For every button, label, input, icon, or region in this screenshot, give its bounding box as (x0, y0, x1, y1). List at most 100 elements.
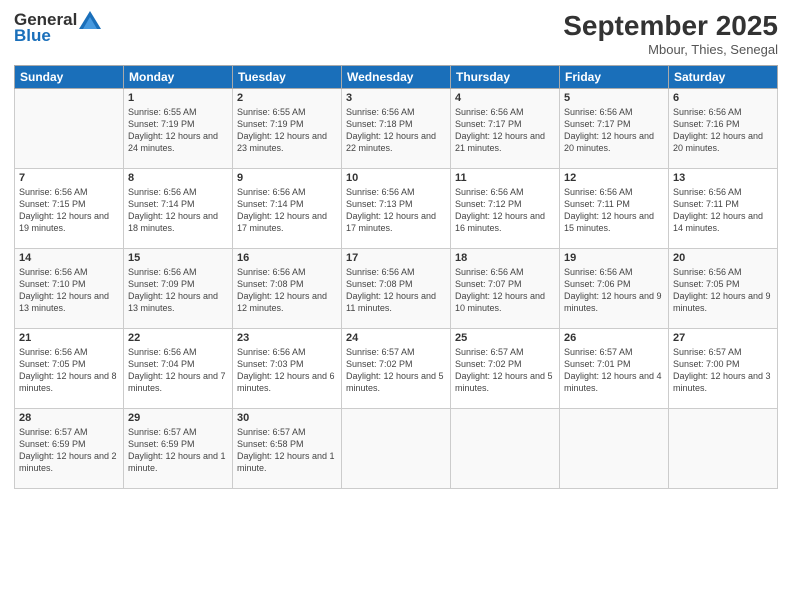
cell-info: Sunrise: 6:56 AMSunset: 7:16 PMDaylight:… (673, 106, 773, 155)
day-number: 7 (19, 172, 119, 184)
day-number: 14 (19, 252, 119, 264)
col-monday: Monday (124, 66, 233, 89)
cell-w3-d3: 17 Sunrise: 6:56 AMSunset: 7:08 PMDaylig… (342, 249, 451, 329)
day-number: 6 (673, 92, 773, 104)
col-friday: Friday (560, 66, 669, 89)
cell-info: Sunrise: 6:56 AMSunset: 7:05 PMDaylight:… (673, 266, 773, 315)
day-number: 11 (455, 172, 555, 184)
cell-info: Sunrise: 6:57 AMSunset: 7:01 PMDaylight:… (564, 346, 664, 395)
cell-w5-d0: 28 Sunrise: 6:57 AMSunset: 6:59 PMDaylig… (15, 409, 124, 489)
day-number: 16 (237, 252, 337, 264)
cell-info: Sunrise: 6:56 AMSunset: 7:13 PMDaylight:… (346, 186, 446, 235)
title-block: September 2025 Mbour, Thies, Senegal (563, 10, 778, 57)
day-number: 19 (564, 252, 664, 264)
week-row-1: 1 Sunrise: 6:55 AMSunset: 7:19 PMDayligh… (15, 89, 778, 169)
cell-w5-d2: 30 Sunrise: 6:57 AMSunset: 6:58 PMDaylig… (233, 409, 342, 489)
cell-info: Sunrise: 6:57 AMSunset: 6:59 PMDaylight:… (19, 426, 119, 475)
col-saturday: Saturday (669, 66, 778, 89)
cell-info: Sunrise: 6:55 AMSunset: 7:19 PMDaylight:… (128, 106, 228, 155)
day-number: 3 (346, 92, 446, 104)
cell-info: Sunrise: 6:56 AMSunset: 7:17 PMDaylight:… (564, 106, 664, 155)
day-number: 9 (237, 172, 337, 184)
cell-info: Sunrise: 6:56 AMSunset: 7:07 PMDaylight:… (455, 266, 555, 315)
cell-info: Sunrise: 6:57 AMSunset: 7:02 PMDaylight:… (455, 346, 555, 395)
cell-w4-d4: 25 Sunrise: 6:57 AMSunset: 7:02 PMDaylig… (451, 329, 560, 409)
cell-info: Sunrise: 6:56 AMSunset: 7:11 PMDaylight:… (564, 186, 664, 235)
day-number: 23 (237, 332, 337, 344)
page: General Blue September 2025 Mbour, Thies… (0, 0, 792, 612)
day-number: 18 (455, 252, 555, 264)
cell-w5-d1: 29 Sunrise: 6:57 AMSunset: 6:59 PMDaylig… (124, 409, 233, 489)
month-title: September 2025 (563, 10, 778, 42)
day-number: 8 (128, 172, 228, 184)
day-number: 4 (455, 92, 555, 104)
day-number: 2 (237, 92, 337, 104)
cell-info: Sunrise: 6:56 AMSunset: 7:05 PMDaylight:… (19, 346, 119, 395)
cell-w4-d2: 23 Sunrise: 6:56 AMSunset: 7:03 PMDaylig… (233, 329, 342, 409)
cell-w3-d0: 14 Sunrise: 6:56 AMSunset: 7:10 PMDaylig… (15, 249, 124, 329)
cell-info: Sunrise: 6:56 AMSunset: 7:14 PMDaylight:… (237, 186, 337, 235)
cell-info: Sunrise: 6:57 AMSunset: 7:02 PMDaylight:… (346, 346, 446, 395)
day-number: 20 (673, 252, 773, 264)
cell-w2-d4: 11 Sunrise: 6:56 AMSunset: 7:12 PMDaylig… (451, 169, 560, 249)
cell-w1-d1: 1 Sunrise: 6:55 AMSunset: 7:19 PMDayligh… (124, 89, 233, 169)
cell-w3-d5: 19 Sunrise: 6:56 AMSunset: 7:06 PMDaylig… (560, 249, 669, 329)
cell-w5-d4 (451, 409, 560, 489)
cell-w4-d6: 27 Sunrise: 6:57 AMSunset: 7:00 PMDaylig… (669, 329, 778, 409)
day-number: 30 (237, 412, 337, 424)
day-number: 27 (673, 332, 773, 344)
cell-info: Sunrise: 6:56 AMSunset: 7:06 PMDaylight:… (564, 266, 664, 315)
cell-w4-d1: 22 Sunrise: 6:56 AMSunset: 7:04 PMDaylig… (124, 329, 233, 409)
cell-w1-d6: 6 Sunrise: 6:56 AMSunset: 7:16 PMDayligh… (669, 89, 778, 169)
day-number: 1 (128, 92, 228, 104)
day-number: 5 (564, 92, 664, 104)
day-number: 21 (19, 332, 119, 344)
week-row-4: 21 Sunrise: 6:56 AMSunset: 7:05 PMDaylig… (15, 329, 778, 409)
cell-info: Sunrise: 6:57 AMSunset: 6:59 PMDaylight:… (128, 426, 228, 475)
col-wednesday: Wednesday (342, 66, 451, 89)
day-number: 28 (19, 412, 119, 424)
header: General Blue September 2025 Mbour, Thies… (14, 10, 778, 57)
day-number: 22 (128, 332, 228, 344)
header-row: Sunday Monday Tuesday Wednesday Thursday… (15, 66, 778, 89)
cell-w5-d6 (669, 409, 778, 489)
cell-w1-d4: 4 Sunrise: 6:56 AMSunset: 7:17 PMDayligh… (451, 89, 560, 169)
cell-info: Sunrise: 6:57 AMSunset: 7:00 PMDaylight:… (673, 346, 773, 395)
day-number: 10 (346, 172, 446, 184)
cell-info: Sunrise: 6:56 AMSunset: 7:15 PMDaylight:… (19, 186, 119, 235)
cell-w1-d5: 5 Sunrise: 6:56 AMSunset: 7:17 PMDayligh… (560, 89, 669, 169)
cell-w1-d2: 2 Sunrise: 6:55 AMSunset: 7:19 PMDayligh… (233, 89, 342, 169)
cell-w3-d6: 20 Sunrise: 6:56 AMSunset: 7:05 PMDaylig… (669, 249, 778, 329)
logo-blue: Blue (14, 26, 51, 46)
cell-info: Sunrise: 6:56 AMSunset: 7:09 PMDaylight:… (128, 266, 228, 315)
cell-w2-d6: 13 Sunrise: 6:56 AMSunset: 7:11 PMDaylig… (669, 169, 778, 249)
calendar-table: Sunday Monday Tuesday Wednesday Thursday… (14, 65, 778, 489)
cell-w1-d0 (15, 89, 124, 169)
cell-info: Sunrise: 6:56 AMSunset: 7:14 PMDaylight:… (128, 186, 228, 235)
col-tuesday: Tuesday (233, 66, 342, 89)
day-number: 13 (673, 172, 773, 184)
cell-info: Sunrise: 6:56 AMSunset: 7:03 PMDaylight:… (237, 346, 337, 395)
cell-info: Sunrise: 6:55 AMSunset: 7:19 PMDaylight:… (237, 106, 337, 155)
cell-w5-d5 (560, 409, 669, 489)
cell-w4-d5: 26 Sunrise: 6:57 AMSunset: 7:01 PMDaylig… (560, 329, 669, 409)
cell-info: Sunrise: 6:56 AMSunset: 7:10 PMDaylight:… (19, 266, 119, 315)
cell-info: Sunrise: 6:56 AMSunset: 7:18 PMDaylight:… (346, 106, 446, 155)
logo: General Blue (14, 10, 101, 46)
cell-w2-d3: 10 Sunrise: 6:56 AMSunset: 7:13 PMDaylig… (342, 169, 451, 249)
day-number: 24 (346, 332, 446, 344)
cell-w2-d1: 8 Sunrise: 6:56 AMSunset: 7:14 PMDayligh… (124, 169, 233, 249)
cell-w3-d1: 15 Sunrise: 6:56 AMSunset: 7:09 PMDaylig… (124, 249, 233, 329)
cell-info: Sunrise: 6:56 AMSunset: 7:12 PMDaylight:… (455, 186, 555, 235)
logo-icon (79, 11, 101, 29)
cell-info: Sunrise: 6:56 AMSunset: 7:17 PMDaylight:… (455, 106, 555, 155)
cell-w4-d3: 24 Sunrise: 6:57 AMSunset: 7:02 PMDaylig… (342, 329, 451, 409)
day-number: 29 (128, 412, 228, 424)
cell-info: Sunrise: 6:56 AMSunset: 7:08 PMDaylight:… (237, 266, 337, 315)
cell-w2-d0: 7 Sunrise: 6:56 AMSunset: 7:15 PMDayligh… (15, 169, 124, 249)
col-thursday: Thursday (451, 66, 560, 89)
cell-w5-d3 (342, 409, 451, 489)
cell-info: Sunrise: 6:57 AMSunset: 6:58 PMDaylight:… (237, 426, 337, 475)
day-number: 26 (564, 332, 664, 344)
location-subtitle: Mbour, Thies, Senegal (563, 42, 778, 57)
